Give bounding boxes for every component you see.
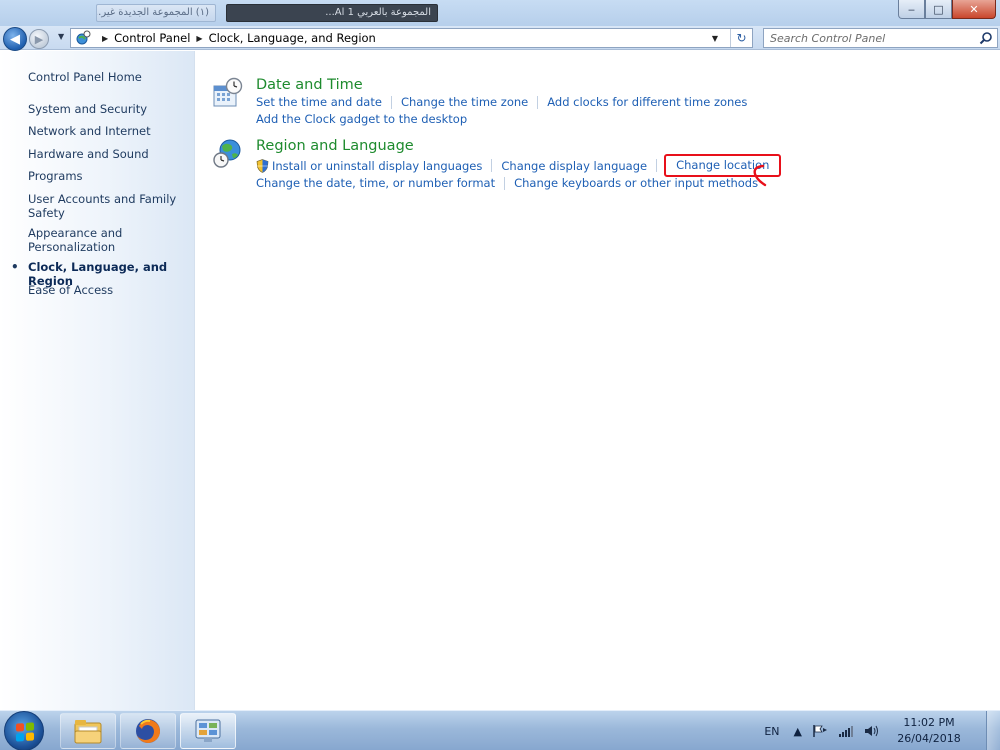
annotation-arrow-icon <box>753 164 767 187</box>
search-icon[interactable] <box>979 31 993 45</box>
forward-arrow-icon: ▶ <box>34 32 44 46</box>
search-input[interactable] <box>764 29 964 47</box>
breadcrumb-separator-icon[interactable]: ▶ <box>196 34 202 43</box>
link-divider <box>656 159 658 172</box>
link-divider <box>491 159 493 172</box>
language-indicator[interactable]: EN <box>764 725 779 738</box>
link-divider <box>537 95 539 109</box>
region-language-links: Install or uninstall display languages C… <box>256 154 782 177</box>
date-time-links-row2: Add the Clock gadget to the desktop <box>256 112 467 126</box>
taskbar-explorer-button[interactable] <box>60 713 116 749</box>
background-window-tab[interactable]: (١) المجموعة الجديدة غير... <box>96 4 216 22</box>
section-title-region-language[interactable]: Region and Language <box>256 138 414 154</box>
back-arrow-icon: ◀ <box>10 31 20 47</box>
network-signal-icon[interactable] <box>838 724 854 738</box>
link-set-time-date[interactable]: Set the time and date <box>256 95 382 109</box>
date-time-links: Set the time and date Change the time zo… <box>256 95 747 109</box>
volume-icon[interactable] <box>864 724 880 738</box>
sidebar-item-control-panel-home[interactable]: Control Panel Home <box>28 70 188 84</box>
sidebar-item-hardware-sound[interactable]: Hardware and Sound <box>28 147 188 161</box>
show-desktop-button[interactable] <box>986 711 1000 750</box>
taskbar-firefox-button[interactable] <box>120 713 176 749</box>
link-divider <box>504 176 506 190</box>
current-bullet-icon: • <box>11 260 19 274</box>
link-add-clocks[interactable]: Add clocks for different time zones <box>547 95 747 109</box>
main-content: Date and Time Set the time and date Chan… <box>196 51 1000 710</box>
back-button[interactable]: ◀ <box>3 27 27 51</box>
sidebar: Control Panel Home System and Security N… <box>0 51 195 710</box>
link-add-clock-gadget[interactable]: Add the Clock gadget to the desktop <box>256 112 467 126</box>
control-panel-icon <box>195 719 221 742</box>
show-hidden-icons-icon[interactable]: ▲ <box>794 725 802 738</box>
window-controls: ‒ □ ✕ <box>898 0 996 19</box>
sidebar-item-ease-of-access[interactable]: Ease of Access <box>28 283 188 297</box>
sidebar-item-system-security[interactable]: System and Security <box>28 102 188 116</box>
globe-clock-icon[interactable] <box>212 138 244 170</box>
address-bar[interactable]: ▶ Control Panel ▶ Clock, Language, and R… <box>70 28 753 48</box>
action-center-flag-icon[interactable] <box>812 724 828 738</box>
chevron-down-icon[interactable]: ▼ <box>708 29 722 47</box>
link-change-display-language[interactable]: Change display language <box>501 159 647 173</box>
clock-date: 26/04/2018 <box>897 732 961 745</box>
forward-button[interactable]: ▶ <box>29 29 49 49</box>
recent-pages-dropdown[interactable]: ▼ <box>58 32 64 41</box>
firefox-icon <box>136 719 160 743</box>
breadcrumb-separator-icon[interactable]: ▶ <box>102 34 108 43</box>
breadcrumb-control-panel[interactable]: Control Panel <box>114 31 190 45</box>
link-install-display-languages[interactable]: Install or uninstall display languages <box>272 159 482 173</box>
navigation-bar: ◀ ▶ ▼ ▶ Control Panel ▶ Clock, Language,… <box>0 26 1000 51</box>
region-language-links-row2: Change the date, time, or number format … <box>256 176 758 190</box>
link-change-time-zone[interactable]: Change the time zone <box>401 95 528 109</box>
system-tray: EN ▲ 11:02 PM 26/04/2018 <box>764 711 1000 750</box>
file-explorer-icon <box>74 720 102 744</box>
minimize-button[interactable]: ‒ <box>898 0 925 19</box>
sidebar-item-appearance[interactable]: Appearance and Personalization <box>28 226 188 254</box>
link-change-date-time-format[interactable]: Change the date, time, or number format <box>256 176 495 190</box>
windows-logo-icon <box>16 722 34 742</box>
start-button[interactable] <box>4 711 44 750</box>
breadcrumb-clock-language-region[interactable]: Clock, Language, and Region <box>209 31 376 45</box>
title-bar: (١) المجموعة الجديدة غير... المجموعة بال… <box>0 0 1000 26</box>
taskbar: EN ▲ 11:02 PM 26/04/2018 <box>0 710 1000 750</box>
link-change-keyboards[interactable]: Change keyboards or other input methods <box>514 176 758 190</box>
sidebar-item-programs[interactable]: Programs <box>28 169 188 183</box>
maximize-button[interactable]: □ <box>925 0 952 19</box>
refresh-icon[interactable]: ↻ <box>730 29 752 47</box>
background-window-tab[interactable]: المجموعة بالعربي 1 Al... <box>226 4 438 22</box>
clock-time: 11:02 PM <box>903 716 955 729</box>
link-divider <box>390 95 392 109</box>
close-button[interactable]: ✕ <box>952 0 996 19</box>
calendar-clock-icon[interactable] <box>212 77 244 109</box>
sidebar-item-network-internet[interactable]: Network and Internet <box>28 124 188 138</box>
uac-shield-icon <box>256 158 269 173</box>
search-box <box>763 28 998 48</box>
sidebar-item-user-accounts[interactable]: User Accounts and Family Safety <box>28 192 188 220</box>
control-panel-icon <box>74 30 92 46</box>
taskbar-control-panel-button[interactable] <box>180 713 236 749</box>
section-title-date-time[interactable]: Date and Time <box>256 77 363 93</box>
clock[interactable]: 11:02 PM 26/04/2018 <box>890 715 968 747</box>
